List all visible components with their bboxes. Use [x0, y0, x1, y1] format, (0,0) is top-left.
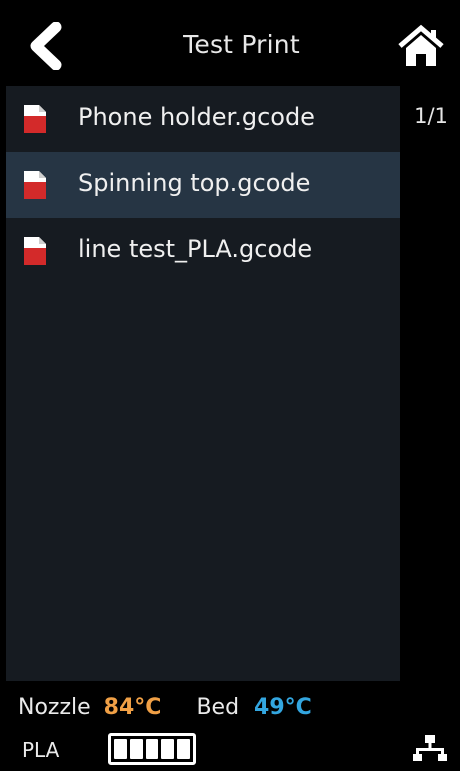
- file-name: Spinning top.gcode: [78, 169, 311, 197]
- file-row-spinning-top[interactable]: Spinning top.gcode: [6, 152, 400, 218]
- level-segment: [161, 739, 175, 759]
- gcode-file-icon: [24, 105, 46, 133]
- page-title: Test Print: [183, 30, 300, 59]
- level-segment: [114, 739, 127, 759]
- temperature-readout: Nozzle 84°C Bed 49°C: [18, 695, 312, 720]
- file-list: Phone holder.gcode Spinning top.gcode li…: [6, 86, 400, 681]
- home-button[interactable]: [396, 24, 446, 70]
- bed-temperature: 49°C: [254, 695, 312, 720]
- home-icon: [398, 24, 444, 66]
- level-segment: [145, 739, 159, 759]
- nozzle-label: Nozzle: [18, 695, 91, 720]
- file-row-phone-holder[interactable]: Phone holder.gcode: [6, 86, 400, 152]
- bed-label: Bed: [196, 695, 240, 720]
- file-name: line test_PLA.gcode: [78, 235, 313, 263]
- gcode-file-icon: [24, 237, 46, 265]
- level-segment: [177, 739, 190, 759]
- nozzle-temperature: 84°C: [103, 695, 162, 720]
- filament-level-indicator: [108, 733, 196, 765]
- status-bar: Nozzle 84°C Bed 49°C PLA: [0, 681, 460, 771]
- gcode-file-icon: [24, 171, 46, 199]
- level-segment: [129, 739, 143, 759]
- file-name: Phone holder.gcode: [78, 103, 315, 131]
- page-indicator: 1/1: [414, 104, 448, 128]
- filament-type: PLA: [22, 738, 60, 762]
- network-icon: [413, 735, 447, 761]
- network-button[interactable]: [412, 733, 448, 763]
- file-row-line-test[interactable]: line test_PLA.gcode: [6, 218, 400, 284]
- header-bar: Test Print: [0, 0, 460, 86]
